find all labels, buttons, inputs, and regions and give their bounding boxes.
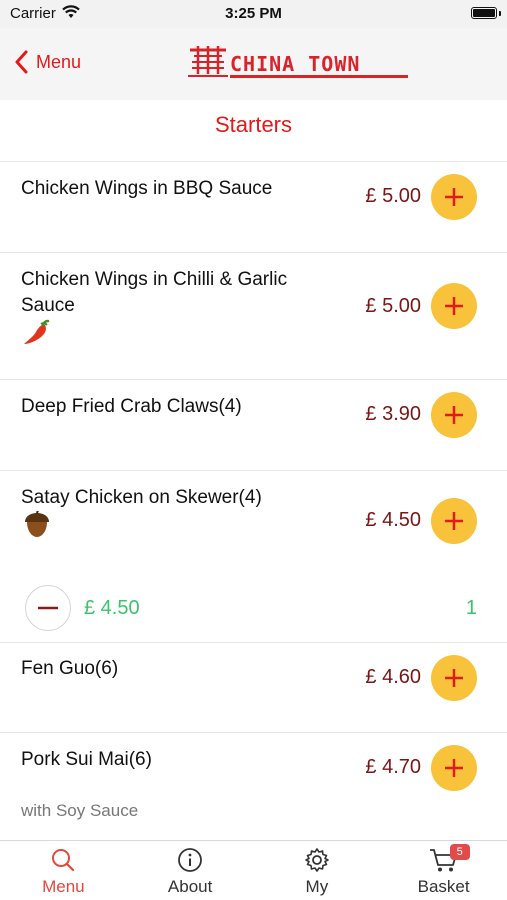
back-button-label: Menu — [36, 51, 82, 72]
quantity-price: £ 4.50 — [84, 597, 140, 619]
pagoda-logo-icon — [188, 46, 228, 77]
battery-tip — [499, 11, 501, 16]
clock: 3:25 PM — [225, 5, 282, 22]
back-button[interactable]: Menu — [14, 50, 81, 74]
tab-my[interactable]: My — [254, 841, 381, 900]
item-name: Chicken Wings in BBQ Sauce — [21, 178, 273, 199]
plus-icon — [445, 759, 463, 777]
logo-text: CHINA TOWN — [230, 52, 361, 76]
plus-icon — [445, 297, 463, 315]
item-price: £ 4.60 — [365, 666, 421, 688]
menu-list: Chicken Wings in BBQ Sauce £ 5.00 Chicke… — [0, 162, 507, 839]
tab-label: About — [167, 877, 213, 896]
info-icon — [178, 848, 203, 872]
remove-from-basket-button[interactable] — [25, 585, 71, 631]
menu-item: Fen Guo(6) £ 4.60 — [0, 643, 507, 733]
nut-icon — [25, 511, 49, 537]
battery-icon — [471, 7, 497, 19]
item-price: £ 5.00 — [365, 295, 421, 317]
tab-label: My — [305, 877, 329, 896]
plus-icon — [445, 669, 463, 687]
menu-item: Chicken Wings in BBQ Sauce £ 5.00 — [0, 162, 507, 253]
tab-menu[interactable]: Menu — [0, 841, 127, 900]
menu-item: Satay Chicken on Skewer(4) £ 4.50 — [0, 471, 507, 577]
logo-underline — [230, 75, 408, 78]
china-town-logo: CHINA TOWN — [186, 44, 410, 82]
item-description: with Soy Sauce — [21, 801, 139, 820]
menu-item: Pork Sui Mai(6) with Soy Sauce £ 4.70 — [0, 733, 507, 839]
tab-bar: Menu About My 5 Basket — [0, 840, 507, 900]
item-name: Pork Sui Mai(6) — [21, 749, 152, 770]
item-name: Satay Chicken on Skewer(4) — [21, 487, 262, 508]
tab-about[interactable]: About — [127, 841, 254, 900]
plus-icon — [445, 188, 463, 206]
item-name: Deep Fried Crab Claws(4) — [21, 396, 242, 417]
item-name: Chicken Wings in Chilli & Garlic Sauce — [21, 269, 288, 316]
item-price: £ 4.50 — [365, 509, 421, 531]
quantity-row: £ 4.50 1 — [0, 577, 507, 643]
item-name: Fen Guo(6) — [21, 658, 119, 679]
basket-count-badge: 5 — [449, 844, 470, 860]
gear-icon — [305, 848, 329, 872]
plus-icon — [445, 406, 463, 424]
add-to-basket-button[interactable] — [431, 392, 477, 438]
minus-icon — [38, 606, 58, 610]
menu-item: Chicken Wings in Chilli & Garlic Sauce £… — [0, 253, 507, 380]
quantity-count: 1 — [465, 597, 477, 619]
item-price: £ 3.90 — [365, 403, 421, 425]
tab-label: Basket — [417, 877, 470, 896]
menu-item: Deep Fried Crab Claws(4) £ 3.90 — [0, 380, 507, 471]
navigation-bar: Menu CHINA TOWN — [0, 28, 507, 100]
chili-icon — [24, 319, 50, 344]
tab-label: Menu — [42, 877, 85, 896]
add-to-basket-button[interactable] — [431, 745, 477, 791]
plus-icon — [445, 512, 463, 530]
item-price: £ 4.70 — [365, 756, 421, 778]
add-to-basket-button[interactable] — [431, 498, 477, 544]
section-title: Starters — [0, 100, 507, 162]
chevron-left-icon — [15, 50, 28, 74]
add-to-basket-button[interactable] — [431, 283, 477, 329]
tab-basket[interactable]: 5 Basket — [380, 841, 507, 900]
add-to-basket-button[interactable] — [431, 655, 477, 701]
add-to-basket-button[interactable] — [431, 174, 477, 220]
item-price: £ 5.00 — [365, 185, 421, 207]
search-icon — [52, 849, 75, 872]
status-bar: Carrier 3:25 PM — [0, 0, 507, 28]
